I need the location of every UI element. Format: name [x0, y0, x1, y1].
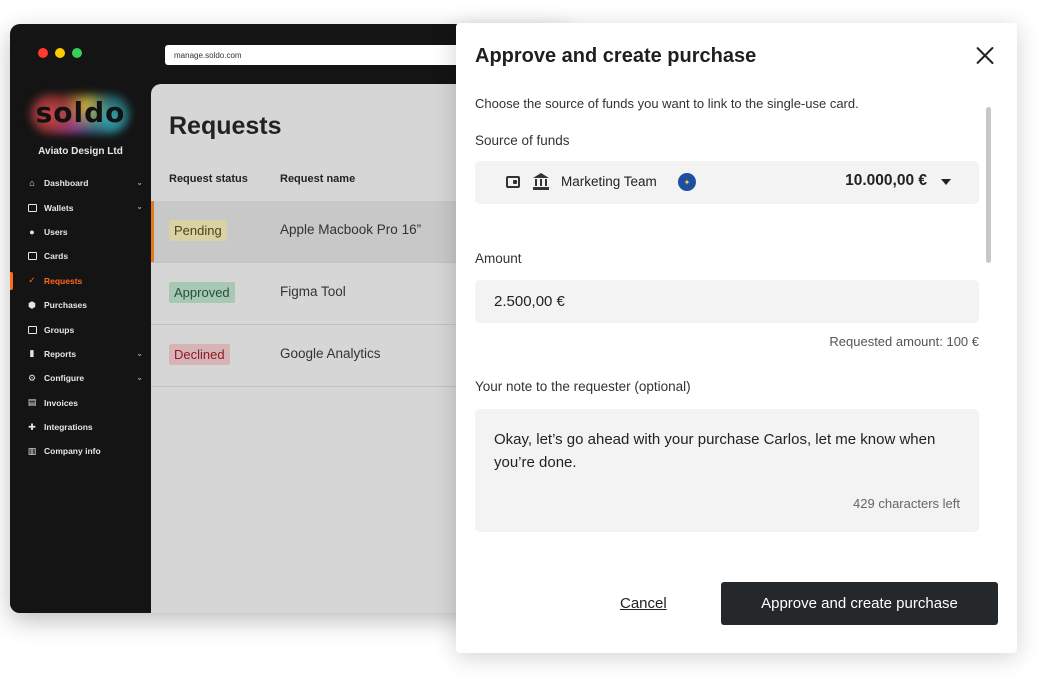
invoice-icon: ▤	[27, 397, 37, 408]
status-badge: Approved	[169, 282, 235, 303]
sidebar-item-label: Purchases	[44, 300, 87, 311]
window-controls	[38, 48, 82, 58]
sidebar-item-requests[interactable]: ✓ Requests	[10, 269, 151, 293]
chevron-down-icon: ⌄	[136, 373, 143, 383]
close-window-button[interactable]	[38, 48, 48, 58]
sidebar-item-integrations[interactable]: ✚ Integrations	[10, 415, 151, 439]
page-title: Requests	[169, 112, 282, 140]
sidebar-item-label: Cards	[44, 251, 69, 262]
home-icon: ⌂	[29, 178, 35, 189]
chevron-down-icon: ⌄	[136, 178, 143, 187]
minimize-window-button[interactable]	[55, 48, 65, 58]
wallet-icon	[506, 176, 520, 188]
chevron-down-icon: ⌄	[136, 202, 143, 212]
amount-label: Amount	[475, 251, 522, 266]
column-header-name[interactable]: Request name	[280, 173, 355, 185]
modal-title: Approve and create purchase	[475, 45, 757, 67]
column-header-status[interactable]: Request status	[169, 173, 248, 185]
sidebar: soldo Aviato Design Ltd ⌂ Dashboard ⌄ Wa…	[10, 84, 151, 613]
scrollbar-thumb[interactable]	[986, 107, 991, 263]
approve-purchase-modal: Approve and create purchase Choose the s…	[456, 23, 1017, 653]
amount-input[interactable]	[475, 280, 979, 323]
sidebar-item-label: Invoices	[44, 397, 79, 408]
sidebar-item-groups[interactable]: Groups	[10, 317, 151, 341]
sidebar-item-label: Wallets	[44, 202, 74, 213]
source-of-funds-label: Source of funds	[475, 133, 570, 148]
bar-chart-icon: ▮	[29, 348, 35, 359]
sidebar-item-invoices[interactable]: ▤ Invoices	[10, 391, 151, 415]
sidebar-item-label: Users	[44, 226, 68, 237]
requests-check-icon: ✓	[28, 275, 36, 286]
company-name: Aviato Design Ltd	[38, 146, 123, 157]
maximize-window-button[interactable]	[72, 48, 82, 58]
puzzle-icon: ✚	[28, 421, 36, 432]
source-balance: 10.000,00 €	[845, 172, 927, 189]
user-icon: ●	[29, 226, 35, 237]
sidebar-nav: ⌂ Dashboard ⌄ Wallets ⌄ ● Users Cards ✓ …	[10, 171, 151, 464]
card-icon	[27, 251, 37, 261]
request-name: Figma Tool	[280, 284, 346, 299]
characters-left: 429 characters left	[853, 496, 960, 511]
status-badge: Declined	[169, 344, 230, 365]
close-icon[interactable]	[975, 45, 995, 65]
sidebar-item-label: Dashboard	[44, 178, 89, 189]
cancel-button[interactable]: Cancel	[620, 595, 667, 612]
note-label: Your note to the requester (optional)	[475, 379, 691, 394]
sidebar-item-label: Configure	[44, 373, 85, 384]
wallet-icon	[27, 203, 37, 213]
sidebar-item-label: Company info	[44, 446, 101, 457]
chevron-down-icon: ⌄	[136, 348, 143, 358]
requested-amount: Requested amount: 100 €	[829, 334, 979, 349]
sidebar-item-label: Groups	[44, 324, 75, 335]
sidebar-item-reports[interactable]: ▮ Reports ⌄	[10, 342, 151, 366]
caret-down-icon	[941, 179, 951, 185]
request-name: Apple Macbook Pro 16”	[280, 222, 422, 237]
eu-flag-icon: ✦	[678, 173, 696, 191]
sidebar-item-label: Reports	[44, 348, 77, 359]
purchases-icon: ⬢	[28, 299, 36, 310]
logo: soldo	[10, 84, 151, 144]
groups-icon	[27, 325, 37, 335]
source-of-funds-select[interactable]: Marketing Team ✦ 10.000,00 €	[475, 161, 979, 204]
bank-icon	[533, 173, 549, 191]
status-badge: Pending	[169, 220, 227, 241]
note-text: Okay, let’s go ahead with your purchase …	[494, 431, 936, 471]
sidebar-item-dashboard[interactable]: ⌂ Dashboard ⌄	[10, 171, 151, 195]
sidebar-item-wallets[interactable]: Wallets ⌄	[10, 195, 151, 219]
sidebar-item-cards[interactable]: Cards	[10, 244, 151, 268]
sidebar-item-label: Requests	[44, 275, 83, 286]
sidebar-item-configure[interactable]: ⚙ Configure ⌄	[10, 366, 151, 390]
sidebar-item-label: Integrations	[44, 422, 93, 433]
modal-subtitle: Choose the source of funds you want to l…	[475, 96, 859, 111]
sidebar-item-company-info[interactable]: ▥ Company info	[10, 439, 151, 463]
request-name: Google Analytics	[280, 346, 381, 361]
sidebar-item-purchases[interactable]: ⬢ Purchases	[10, 293, 151, 317]
logo-text: soldo	[35, 96, 126, 129]
source-name: Marketing Team	[561, 174, 657, 189]
building-icon: ▥	[27, 445, 37, 456]
approve-and-create-purchase-button[interactable]: Approve and create purchase	[721, 582, 998, 625]
note-textarea[interactable]: Okay, let’s go ahead with your purchase …	[475, 409, 979, 532]
sidebar-item-users[interactable]: ● Users	[10, 220, 151, 244]
gear-icon: ⚙	[27, 372, 37, 383]
